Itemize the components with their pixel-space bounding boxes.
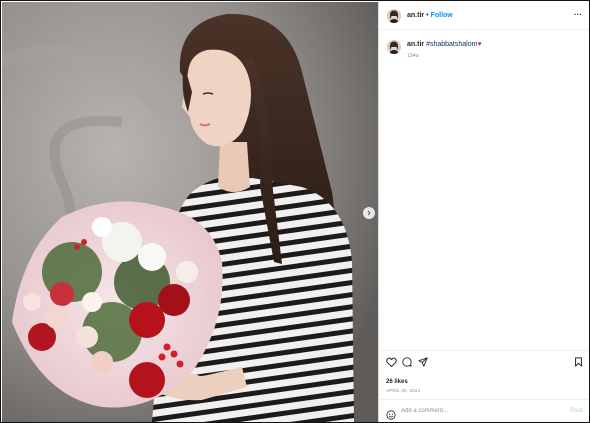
- caption-username[interactable]: an.tir: [407, 41, 424, 48]
- action-bar: [379, 350, 589, 373]
- post-date: APRIL 30, 2021: [386, 388, 421, 393]
- more-icon[interactable]: ···: [574, 10, 582, 19]
- caption-avatar[interactable]: [387, 40, 401, 54]
- bookmark-icon[interactable]: [574, 357, 583, 367]
- header-username[interactable]: an.tir: [407, 12, 424, 19]
- post-side-panel: an.tir • Follow ··· an.tir #shabbatshalo…: [378, 2, 589, 422]
- avatar-image: [387, 40, 401, 54]
- next-photo-button[interactable]: [363, 207, 375, 219]
- caption: an.tir #shabbatshalom♥: [387, 40, 482, 54]
- comment-bar: Post: [379, 399, 589, 422]
- share-icon[interactable]: [418, 357, 428, 367]
- avatar[interactable]: [387, 8, 401, 23]
- likes-count[interactable]: 26 likes: [386, 379, 408, 385]
- post-comment-button[interactable]: Post: [570, 408, 583, 414]
- caption-text: an.tir #shabbatshalom♥: [407, 40, 482, 49]
- comment-input[interactable]: [401, 406, 561, 416]
- post-header: an.tir • Follow ···: [379, 2, 589, 30]
- photo-illustration: [2, 2, 378, 422]
- caption-timestamp[interactable]: 134w: [407, 53, 419, 59]
- caption-hashtag[interactable]: #shabbatshalom: [426, 41, 477, 48]
- comment-icon[interactable]: [402, 357, 412, 367]
- avatar-image: [387, 8, 401, 23]
- post-photo[interactable]: [2, 2, 378, 422]
- next-arrow-icon: [367, 210, 371, 216]
- follow-button[interactable]: Follow: [431, 12, 453, 19]
- heart-emoji: ♥: [477, 41, 482, 48]
- separator-dot: •: [426, 12, 429, 19]
- emoji-icon[interactable]: [386, 407, 396, 422]
- heart-icon[interactable]: [386, 357, 397, 367]
- instagram-post-window: an.tir • Follow ··· an.tir #shabbatshalo…: [0, 0, 590, 423]
